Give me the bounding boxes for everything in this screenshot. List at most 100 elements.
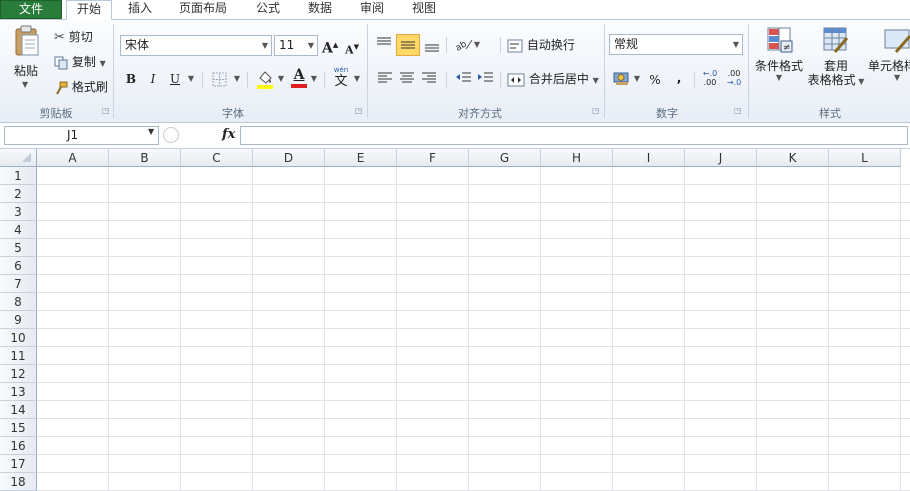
tab-file[interactable]: 文件 <box>0 0 62 19</box>
phonetic-button[interactable]: wén 文 <box>332 66 350 89</box>
column-header-d[interactable]: D <box>253 149 325 167</box>
borders-button[interactable] <box>212 72 228 91</box>
row-header-13[interactable]: 13 <box>0 383 37 401</box>
column-header-c[interactable]: C <box>181 149 253 167</box>
conditional-format-button[interactable]: ≠ 条件格式 ▼ <box>754 26 804 82</box>
tab-formulas[interactable]: 公式 <box>246 0 290 19</box>
row-header-6[interactable]: 6 <box>0 257 37 275</box>
underline-dropdown-arrow[interactable]: ▼ <box>186 70 196 88</box>
row-header-14[interactable]: 14 <box>0 401 37 419</box>
cut-button[interactable]: ✂ 剪切 <box>54 28 93 45</box>
tab-home[interactable]: 开始 <box>66 0 112 20</box>
increase-decimal-button[interactable]: ←.0 .00 <box>700 69 720 87</box>
column-header-h[interactable]: H <box>541 149 613 167</box>
divider <box>694 72 695 88</box>
phonetic-dropdown-arrow[interactable]: ▼ <box>352 70 362 88</box>
number-format-select[interactable]: 常规 ▼ <box>609 34 743 55</box>
row-header-3[interactable]: 3 <box>0 203 37 221</box>
cell-styles-button[interactable]: 单元格样式 ▼ <box>868 26 910 82</box>
row-header-5[interactable]: 5 <box>0 239 37 257</box>
format-painter-button[interactable]: 格式刷 <box>54 78 108 95</box>
worksheet-grid[interactable]: ABCDEFGHIJKL 1 2 3 4 5 6 7 8 9 10 11 12 13 14 15 16 17 18 <box>0 149 910 491</box>
row-header-7[interactable]: 7 <box>0 275 37 293</box>
row-header-10[interactable]: 10 <box>0 329 37 347</box>
column-header-l[interactable]: L <box>829 149 901 167</box>
fill-color-dropdown-arrow[interactable]: ▼ <box>276 70 286 88</box>
bold-button[interactable]: B <box>123 70 139 88</box>
paste-dropdown-arrow[interactable]: ▼ <box>22 80 28 89</box>
accounting-format-button[interactable] <box>613 70 631 89</box>
ribbon: 粘贴 ▼ ✂ 剪切 复制 ▼ 格式刷 剪贴板 ◳ 宋体 ▼ 11 ▼ A▲ A▼… <box>0 20 910 123</box>
tab-view[interactable]: 视图 <box>402 0 446 19</box>
row-header-12[interactable]: 12 <box>0 365 37 383</box>
shrink-font-button[interactable]: A▼ <box>344 38 360 60</box>
orientation-dropdown-arrow[interactable]: ▼ <box>472 36 482 54</box>
align-right-button[interactable] <box>420 71 438 88</box>
font-size-select[interactable]: 11 ▼ <box>274 35 318 56</box>
orientation-button[interactable]: ab <box>454 35 474 56</box>
font-color-button[interactable]: A <box>291 67 307 88</box>
row-header-9[interactable]: 9 <box>0 311 37 329</box>
shrink-font-icon: A <box>345 43 354 57</box>
alignment-dialog-launcher[interactable]: ◳ <box>592 106 600 115</box>
wrap-text-button[interactable]: 自动换行 <box>507 36 575 53</box>
column-header-i[interactable]: I <box>613 149 685 167</box>
merge-center-button[interactable]: 合并后居中 ▼ <box>507 70 599 87</box>
row-header-16[interactable]: 16 <box>0 437 37 455</box>
clipboard-dialog-launcher[interactable]: ◳ <box>102 106 110 115</box>
borders-dropdown-arrow[interactable]: ▼ <box>232 70 242 88</box>
paste-label[interactable]: 粘贴 <box>14 62 38 79</box>
column-header-k[interactable]: K <box>757 149 829 167</box>
increase-indent-button[interactable] <box>477 71 495 88</box>
insert-function-button[interactable]: fx <box>222 127 235 142</box>
row-header-17[interactable]: 17 <box>0 455 37 473</box>
tab-insert[interactable]: 插入 <box>118 0 162 19</box>
paste-button[interactable] <box>14 25 40 62</box>
row-header-2[interactable]: 2 <box>0 185 37 203</box>
align-center-button[interactable] <box>398 71 416 88</box>
column-header-e[interactable]: E <box>325 149 397 167</box>
tab-data[interactable]: 数据 <box>298 0 342 19</box>
column-header-b[interactable]: B <box>109 149 181 167</box>
cell-styles-label: 单元格样式 <box>868 59 910 73</box>
formula-input[interactable] <box>240 126 908 145</box>
align-bottom-button[interactable] <box>422 35 442 56</box>
fill-color-button[interactable] <box>256 69 274 92</box>
column-header-a[interactable]: A <box>37 149 109 167</box>
percent-button[interactable]: % <box>647 71 663 89</box>
row-header-1[interactable]: 1 <box>0 167 37 185</box>
row-header-11[interactable]: 11 <box>0 347 37 365</box>
tab-review[interactable]: 审阅 <box>350 0 394 19</box>
format-as-table-button[interactable]: 套用 表格格式 ▼ <box>806 26 866 89</box>
merge-dropdown-arrow[interactable]: ▼ <box>593 76 599 85</box>
align-top-button[interactable] <box>374 35 394 56</box>
grow-font-button[interactable]: A▲ <box>322 36 338 58</box>
select-all-button[interactable] <box>0 149 37 167</box>
row-header-15[interactable]: 15 <box>0 419 37 437</box>
row-header-8[interactable]: 8 <box>0 293 37 311</box>
column-header-f[interactable]: F <box>397 149 469 167</box>
underline-button[interactable]: U <box>167 70 183 88</box>
align-center-icon <box>400 72 414 83</box>
font-name-select[interactable]: 宋体 ▼ <box>120 35 272 56</box>
row-header-4[interactable]: 4 <box>0 221 37 239</box>
decrease-decimal-button[interactable]: .00 →.0 <box>724 69 744 87</box>
row-header-18[interactable]: 18 <box>0 473 37 491</box>
name-box[interactable]: J1 <box>4 126 159 145</box>
tab-page-layout[interactable]: 页面布局 <box>170 0 236 19</box>
comma-style-button[interactable]: , <box>672 69 686 87</box>
decrease-indent-button[interactable] <box>455 71 473 88</box>
align-left-button[interactable] <box>376 71 394 88</box>
copy-dropdown-arrow[interactable]: ▼ <box>100 59 106 68</box>
cancel-edit-button[interactable] <box>163 127 179 143</box>
font-color-dropdown-arrow[interactable]: ▼ <box>309 70 319 88</box>
italic-button[interactable]: I <box>145 70 161 88</box>
accounting-dropdown-arrow[interactable]: ▼ <box>632 70 642 88</box>
font-dialog-launcher[interactable]: ◳ <box>355 106 363 115</box>
column-header-j[interactable]: J <box>685 149 757 167</box>
column-header-g[interactable]: G <box>469 149 541 167</box>
name-box-dropdown-arrow[interactable]: ▼ <box>148 127 154 136</box>
align-middle-button[interactable] <box>396 34 420 56</box>
copy-button[interactable]: 复制 ▼ <box>54 53 106 70</box>
number-dialog-launcher[interactable]: ◳ <box>734 106 742 115</box>
